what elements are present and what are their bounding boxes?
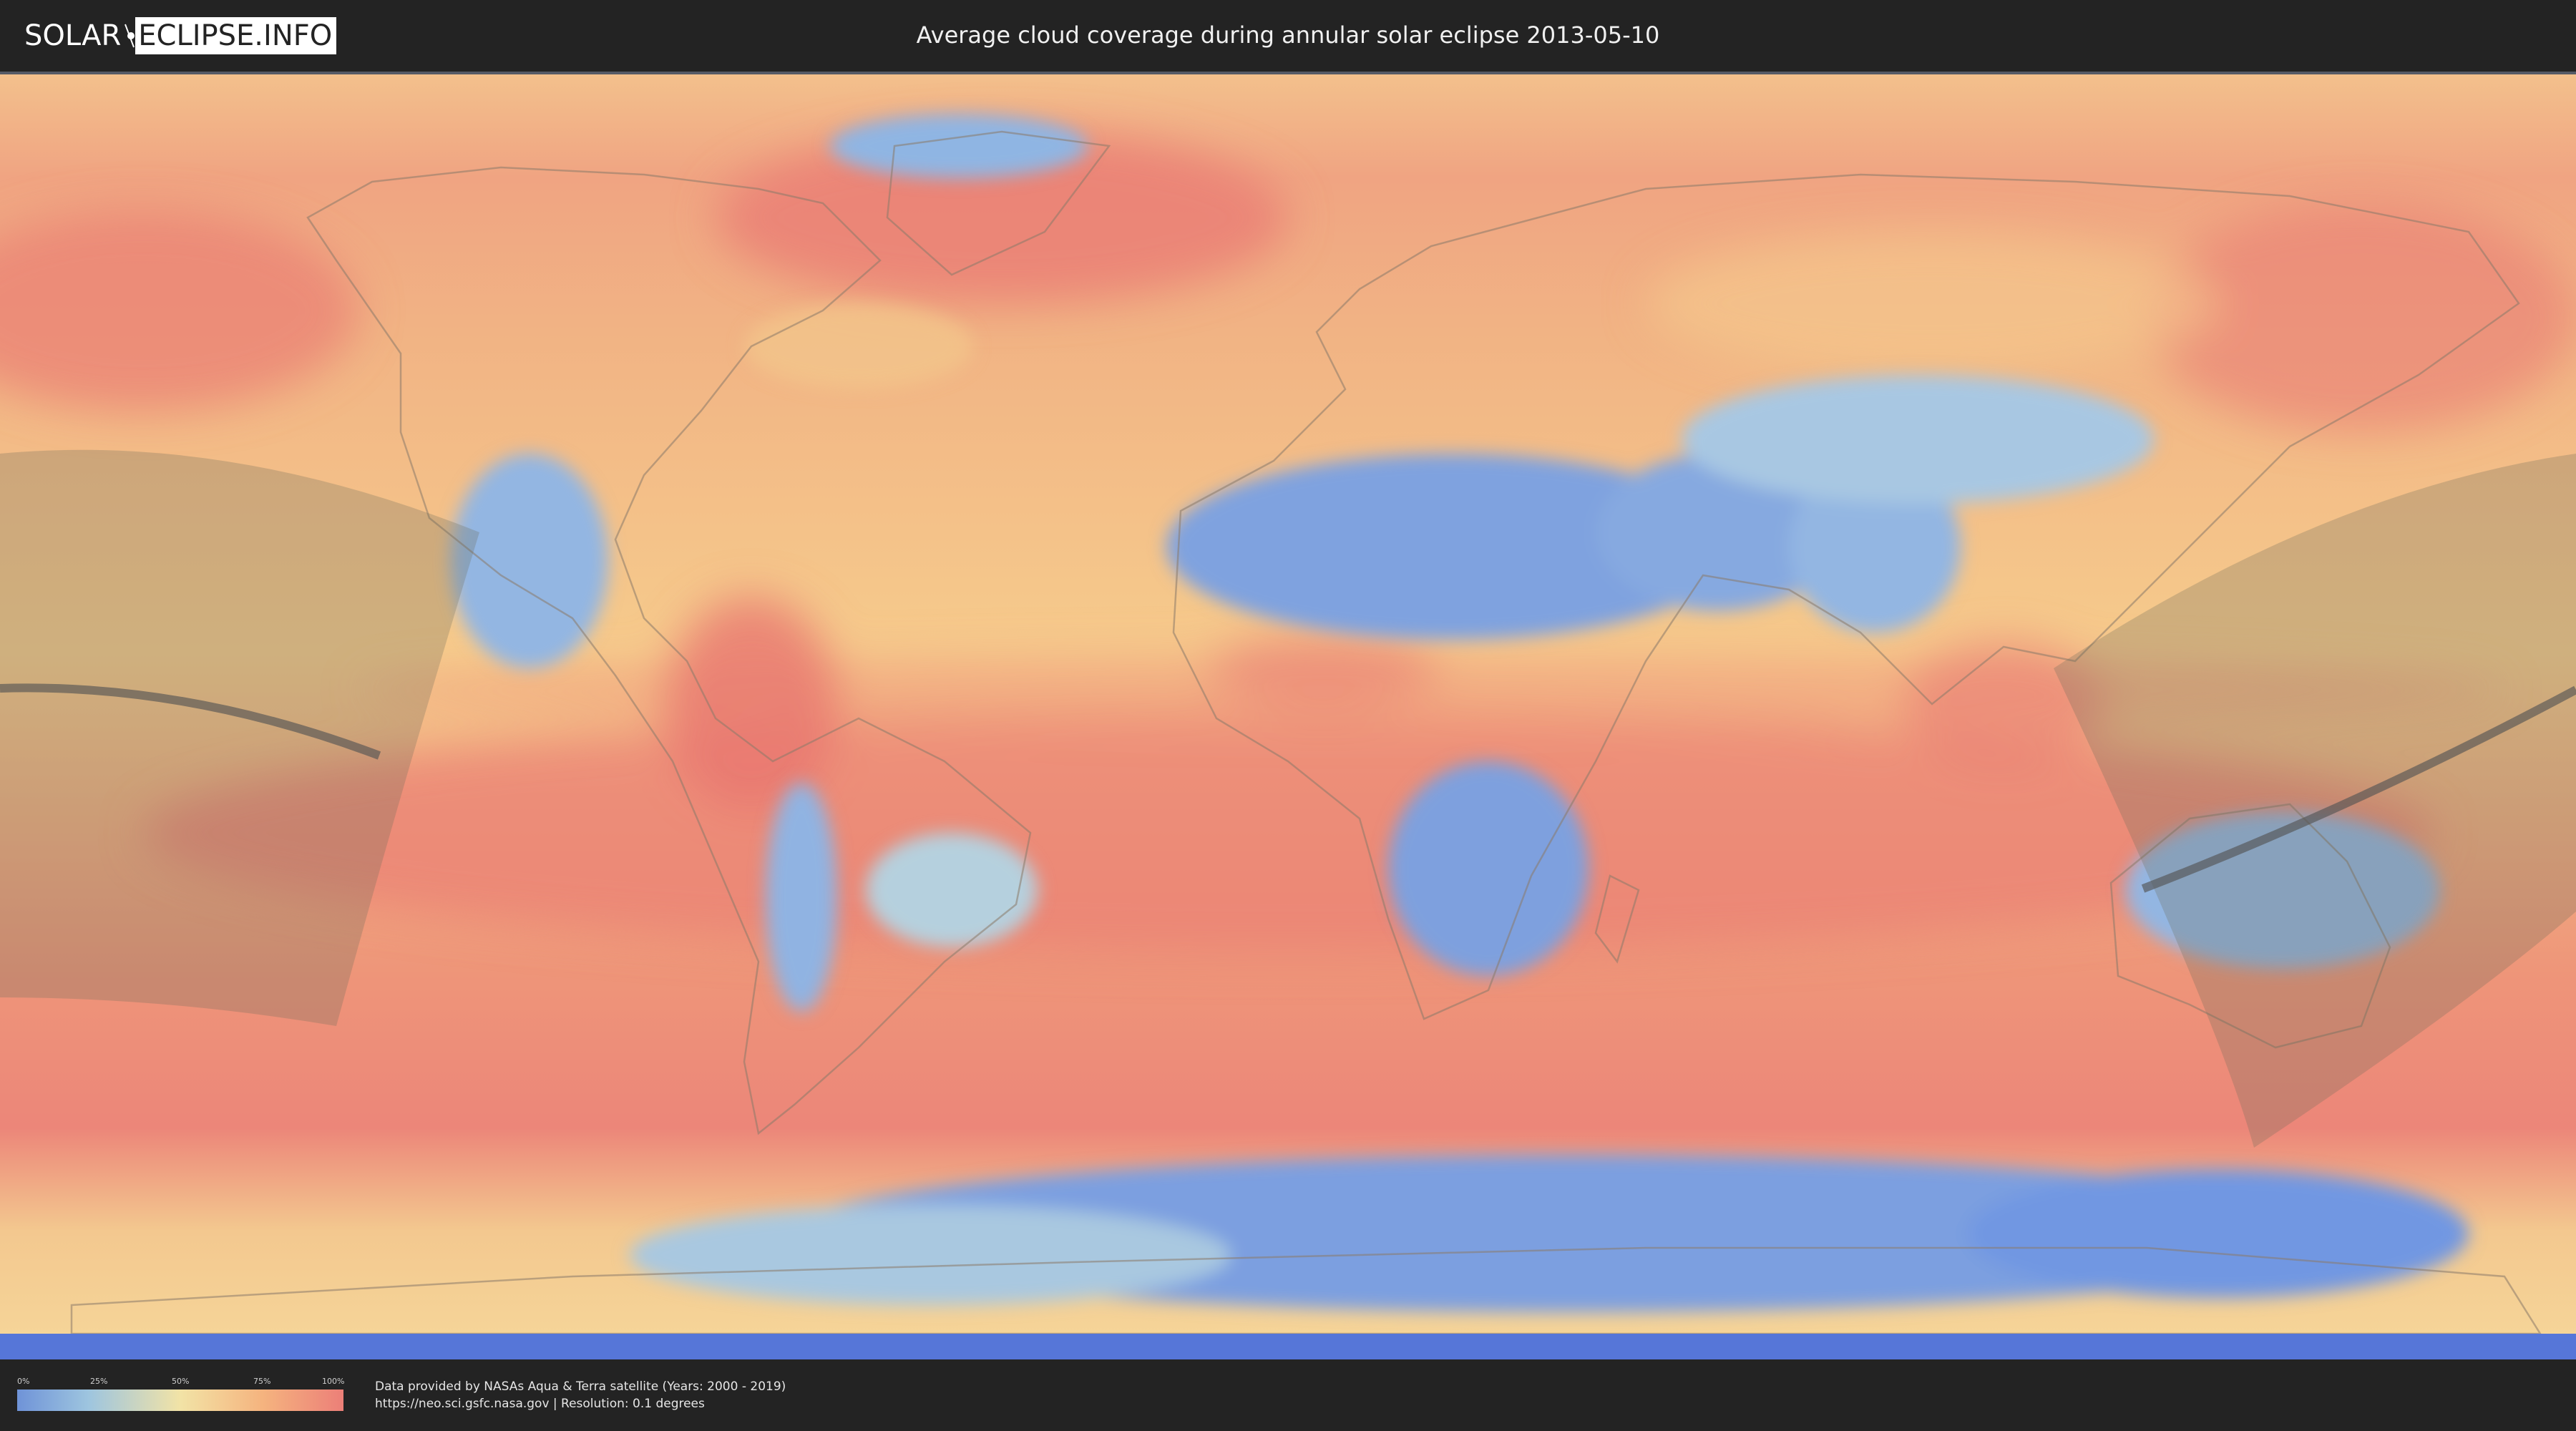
legend-color-bar xyxy=(17,1390,343,1411)
legend-tick-25: 25% xyxy=(90,1377,108,1386)
cloud-coverage-map[interactable] xyxy=(0,72,2576,1359)
header-bar: SOLAR ECLIPSE.INFO Average cloud coverag… xyxy=(0,0,2576,72)
legend-tick-75: 75% xyxy=(253,1377,271,1386)
data-credits: Data provided by NASAs Aqua & Terra sate… xyxy=(375,1378,786,1412)
page-title: Average cloud coverage during annular so… xyxy=(916,21,1660,49)
credits-link[interactable]: https://neo.sci.gsfc.nasa.gov | Resoluti… xyxy=(375,1395,786,1412)
legend-tick-50: 50% xyxy=(172,1377,190,1386)
legend-tick-100: 100% xyxy=(322,1377,345,1386)
footer-bar: 0% 25% 50% 75% 100% Data provided by NAS… xyxy=(0,1359,2576,1431)
map-bottom-edge xyxy=(0,1334,2576,1359)
world-map-svg xyxy=(0,74,2576,1359)
legend-tick-0: 0% xyxy=(17,1377,30,1386)
credits-source: Data provided by NASAs Aqua & Terra sate… xyxy=(375,1379,786,1394)
